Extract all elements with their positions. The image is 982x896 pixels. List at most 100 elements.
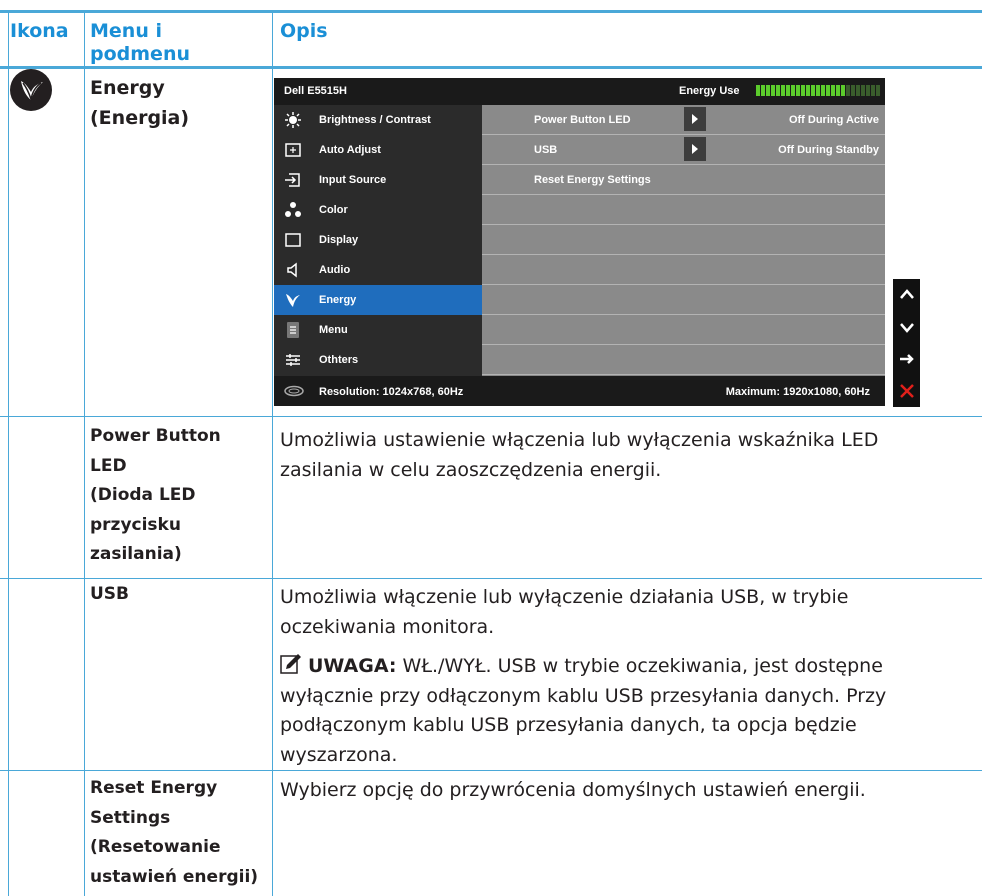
osd-item-label: Audio [319, 264, 351, 276]
osd-sub-usb[interactable]: USB Off During Standby [482, 135, 885, 165]
table-top-border [0, 10, 982, 13]
column-divider [8, 12, 9, 896]
osd-item-label: Energy [319, 294, 357, 306]
right-caret-icon[interactable] [684, 107, 706, 131]
note-usb: UWAGA: WŁ./WYŁ. USB w trybie oczekiwania… [280, 652, 980, 770]
osd-item-label: Display [319, 234, 359, 246]
osd-item-label: Input Source [319, 174, 387, 186]
energy-meter-bar [806, 85, 810, 96]
close-x-icon[interactable] [893, 375, 920, 407]
energy-meter-bar [861, 85, 865, 96]
osd-item-input-source[interactable]: Input Source [274, 165, 482, 195]
note-line: podłączonym kablu USB przesyłania danych… [280, 714, 857, 736]
energy-meter-bar [796, 85, 800, 96]
energy-meter-bar [851, 85, 855, 96]
description-reset-energy: Wybierz opcję do przywrócenia domyślnych… [280, 776, 980, 806]
energy-meter-bar [836, 85, 840, 96]
osd-item-label: Othters [319, 354, 359, 366]
energy-meter [756, 85, 880, 96]
osd-sub-empty [482, 195, 885, 225]
osd-footer: Resolution: 1024x768, 60Hz Maximum: 1920… [274, 376, 885, 406]
osd-sub-value: Off During Standby [778, 144, 879, 156]
header-description: Opis [280, 20, 328, 42]
osd-screenshot: Dell E5515H Energy Use Brightness / Cont… [274, 78, 885, 406]
energy-meter-bar [831, 85, 835, 96]
menu-label-line: Reset Energy [90, 778, 218, 798]
header-menu-line1: Menu i [90, 20, 162, 42]
column-divider [272, 12, 273, 896]
energy-meter-bar [791, 85, 795, 96]
osd-main-menu: Brightness / Contrast Auto Adjust Input … [274, 105, 482, 376]
menu-label-line: przycisku [90, 514, 181, 535]
menu-label-line: Power Button [90, 426, 221, 446]
menu-label-reset-energy: Reset Energy Settings (Resetowanie ustaw… [90, 774, 270, 892]
menu-label-line: (Dioda LED [90, 485, 196, 505]
osd-item-menu[interactable]: Menu [274, 315, 482, 345]
osd-item-label: Auto Adjust [319, 144, 381, 156]
resolution-icon [284, 385, 304, 397]
osd-sub-value: Off During Active [788, 114, 879, 126]
osd-resolution: Resolution: 1024x768, 60Hz [319, 386, 464, 398]
description-line: Umożliwia ustawienie włączenia lub wyłąc… [280, 429, 879, 451]
osd-model-name: Dell E5515H [284, 85, 347, 97]
menu-label-line: Settings [90, 807, 171, 828]
osd-item-energy[interactable]: Energy [274, 285, 482, 315]
osd-item-auto-adjust[interactable]: Auto Adjust [274, 135, 482, 165]
energy-meter-bar [786, 85, 790, 96]
osd-sub-power-button-led[interactable]: Power Button LED Off During Active [482, 105, 885, 135]
menu-label-line: LED [90, 455, 127, 476]
osd-item-color[interactable]: Color [274, 195, 482, 225]
osd-item-audio[interactable]: Audio [274, 255, 482, 285]
menu-label-energy: Energy (Energia) [90, 77, 190, 129]
energy-meter-bar [771, 85, 775, 96]
header-menu-line2: podmenu [90, 43, 190, 65]
osd-header: Dell E5515H Energy Use [274, 78, 885, 105]
osd-item-brightness[interactable]: Brightness / Contrast [274, 105, 482, 135]
brightness-icon [284, 111, 302, 129]
osd-sub-reset-energy[interactable]: Reset Energy Settings [482, 165, 885, 195]
osd-sub-empty [482, 345, 885, 375]
header-bottom-border [0, 66, 982, 69]
osd-sub-label: USB [534, 144, 558, 156]
osd-energy-use-label: Energy Use [679, 85, 740, 97]
energy-meter-bar [766, 85, 770, 96]
osd-submenu: Power Button LED Off During Active USB O… [482, 105, 885, 376]
menu-label-line: ustawień energii) [90, 866, 259, 887]
energy-meter-bar [876, 85, 880, 96]
description-line: Wybierz opcję do przywrócenia domyślnych… [280, 779, 866, 801]
right-arrow-icon[interactable] [893, 343, 920, 375]
osd-item-label: Brightness / Contrast [319, 114, 431, 126]
menu-label-line: zasilania) [90, 544, 182, 564]
osd-sub-empty [482, 255, 885, 285]
osd-item-others[interactable]: Othters [274, 345, 482, 375]
menu-icon [284, 321, 302, 339]
down-arrow-icon[interactable] [893, 311, 920, 343]
column-divider [84, 12, 85, 896]
osd-sub-empty [482, 225, 885, 255]
right-caret-icon[interactable] [684, 137, 706, 161]
menu-label-line: USB [90, 584, 130, 604]
osd-item-display[interactable]: Display [274, 225, 482, 255]
up-arrow-icon[interactable] [893, 279, 920, 311]
osd-sub-empty [482, 315, 885, 345]
menu-label-line: (Resetowanie [90, 837, 221, 857]
row-divider [0, 578, 982, 579]
osd-maximum: Maximum: 1920x1080, 60Hz [725, 386, 870, 398]
display-icon [284, 231, 302, 249]
energy-meter-bar [816, 85, 820, 96]
note-line: wyszarzona. [280, 743, 398, 766]
auto-adjust-icon [284, 141, 302, 159]
energy-meter-bar [776, 85, 780, 96]
osd-item-label: Color [319, 204, 348, 216]
color-icon [284, 201, 302, 219]
osd-sub-label: Power Button LED [534, 114, 631, 126]
pencil-note-icon [280, 654, 301, 674]
osd-sub-empty [482, 285, 885, 315]
energy-meter-bar [761, 85, 765, 96]
energy-meter-bar [781, 85, 785, 96]
energy-meter-bar [811, 85, 815, 96]
menu-label-usb: USB [90, 580, 270, 610]
energy-meter-bar [756, 85, 760, 96]
osd-item-label: Menu [319, 324, 348, 336]
row-divider [0, 770, 982, 771]
